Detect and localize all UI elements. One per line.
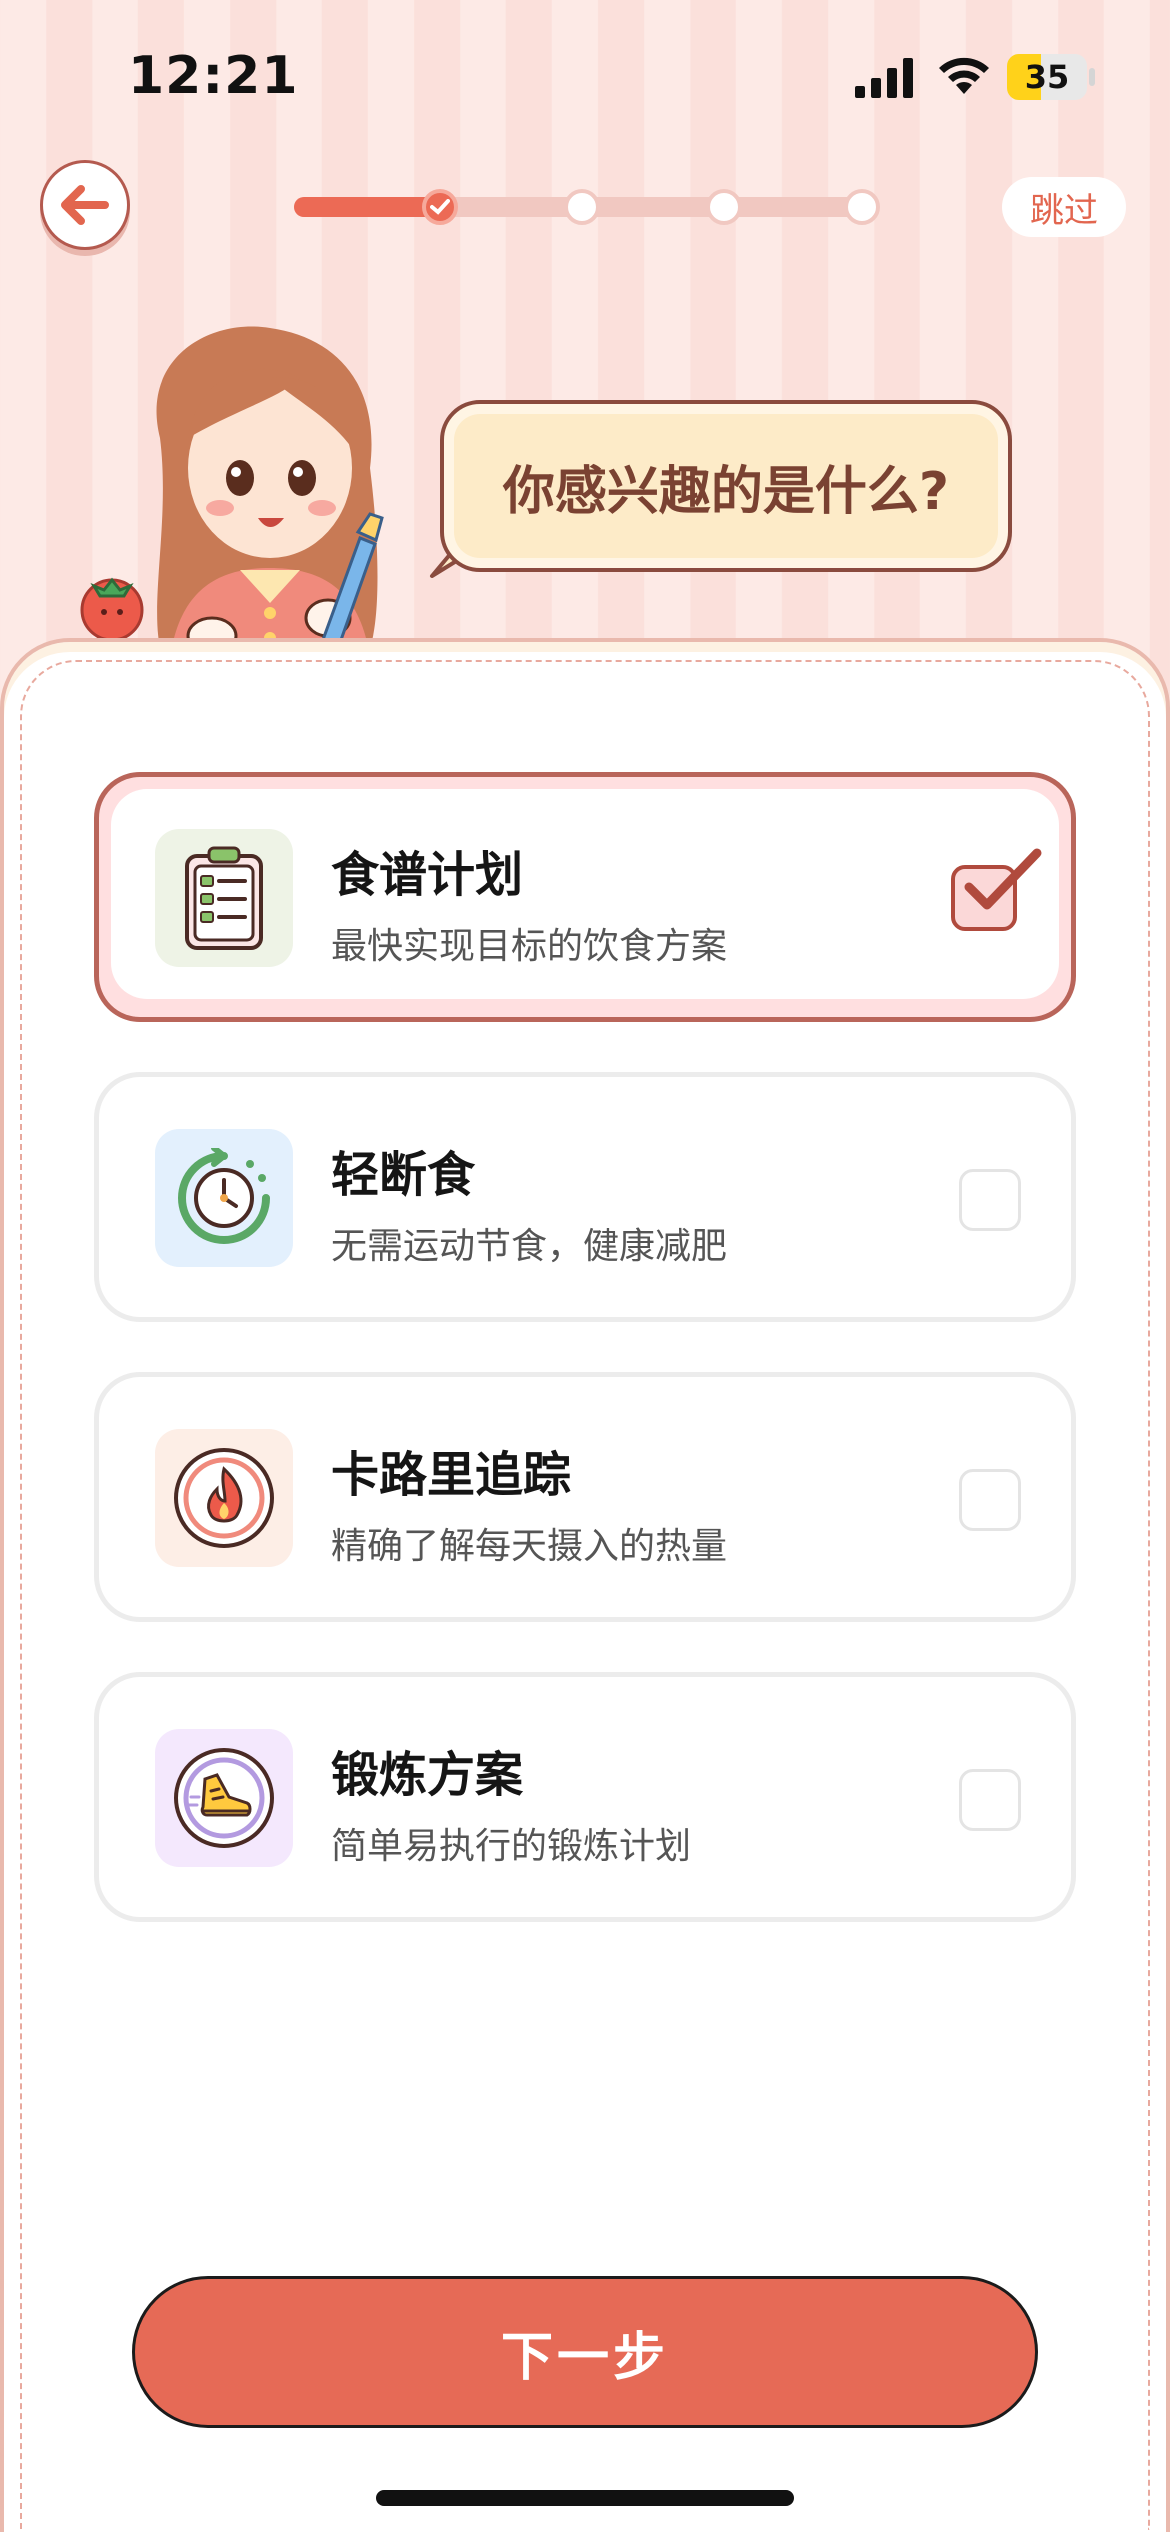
flame-icon (155, 1429, 293, 1567)
option-title: 食谱计划 (331, 847, 524, 903)
home-indicator (376, 2490, 794, 2506)
next-step-button[interactable]: 下一步 (132, 2276, 1038, 2428)
status-time: 12:21 (128, 46, 299, 106)
option-title: 轻断食 (331, 1147, 476, 1203)
battery-tip (1089, 68, 1095, 86)
progress-step-3 (706, 189, 742, 225)
option-subtitle: 最快实现目标的饮食方案 (331, 926, 728, 967)
check-icon (430, 199, 450, 215)
tomato-icon (80, 577, 144, 642)
battery-indicator: 35 (1007, 54, 1087, 100)
back-button[interactable] (40, 160, 130, 250)
checkmark-icon (964, 848, 1042, 910)
cellular-signal-icon (855, 58, 913, 98)
option-intermittent-fasting[interactable]: 轻断食 无需运动节食，健康减肥 (94, 1072, 1076, 1322)
sneaker-icon (155, 1729, 293, 1867)
option-checkbox-checked[interactable] (951, 848, 1042, 931)
option-workout-plan[interactable]: 锻炼方案 简单易执行的锻炼计划 (94, 1672, 1076, 1922)
option-title: 卡路里追踪 (331, 1447, 572, 1503)
option-checkbox[interactable] (959, 1169, 1021, 1231)
progress-step-4 (844, 189, 880, 225)
option-subtitle: 精确了解每天摄入的热量 (331, 1526, 728, 1567)
option-calorie-tracking[interactable]: 卡路里追踪 精确了解每天摄入的热量 (94, 1372, 1076, 1622)
wifi-icon (939, 57, 989, 94)
option-checkbox[interactable] (959, 1769, 1021, 1831)
option-title: 锻炼方案 (331, 1747, 524, 1803)
question-text: 你感兴趣的是什么? (502, 461, 950, 522)
skip-button[interactable]: 跳过 (1002, 177, 1126, 237)
onboarding-progress (294, 189, 880, 225)
progress-step-1 (422, 189, 458, 225)
clipboard-icon (155, 829, 293, 967)
option-subtitle: 简单易执行的锻炼计划 (331, 1826, 692, 1867)
option-recipe-plan[interactable]: 食谱计划 最快实现目标的饮食方案 (94, 772, 1076, 1022)
option-subtitle: 无需运动节食，健康减肥 (331, 1226, 728, 1267)
speech-bubble: 你感兴趣的是什么? (440, 400, 1012, 572)
stopwatch-icon (155, 1129, 293, 1267)
progress-step-2 (564, 189, 600, 225)
arrow-left-icon (61, 185, 109, 225)
girl-mascot-illustration (156, 326, 384, 658)
battery-level: 35 (1024, 58, 1070, 96)
option-checkbox[interactable] (959, 1469, 1021, 1531)
